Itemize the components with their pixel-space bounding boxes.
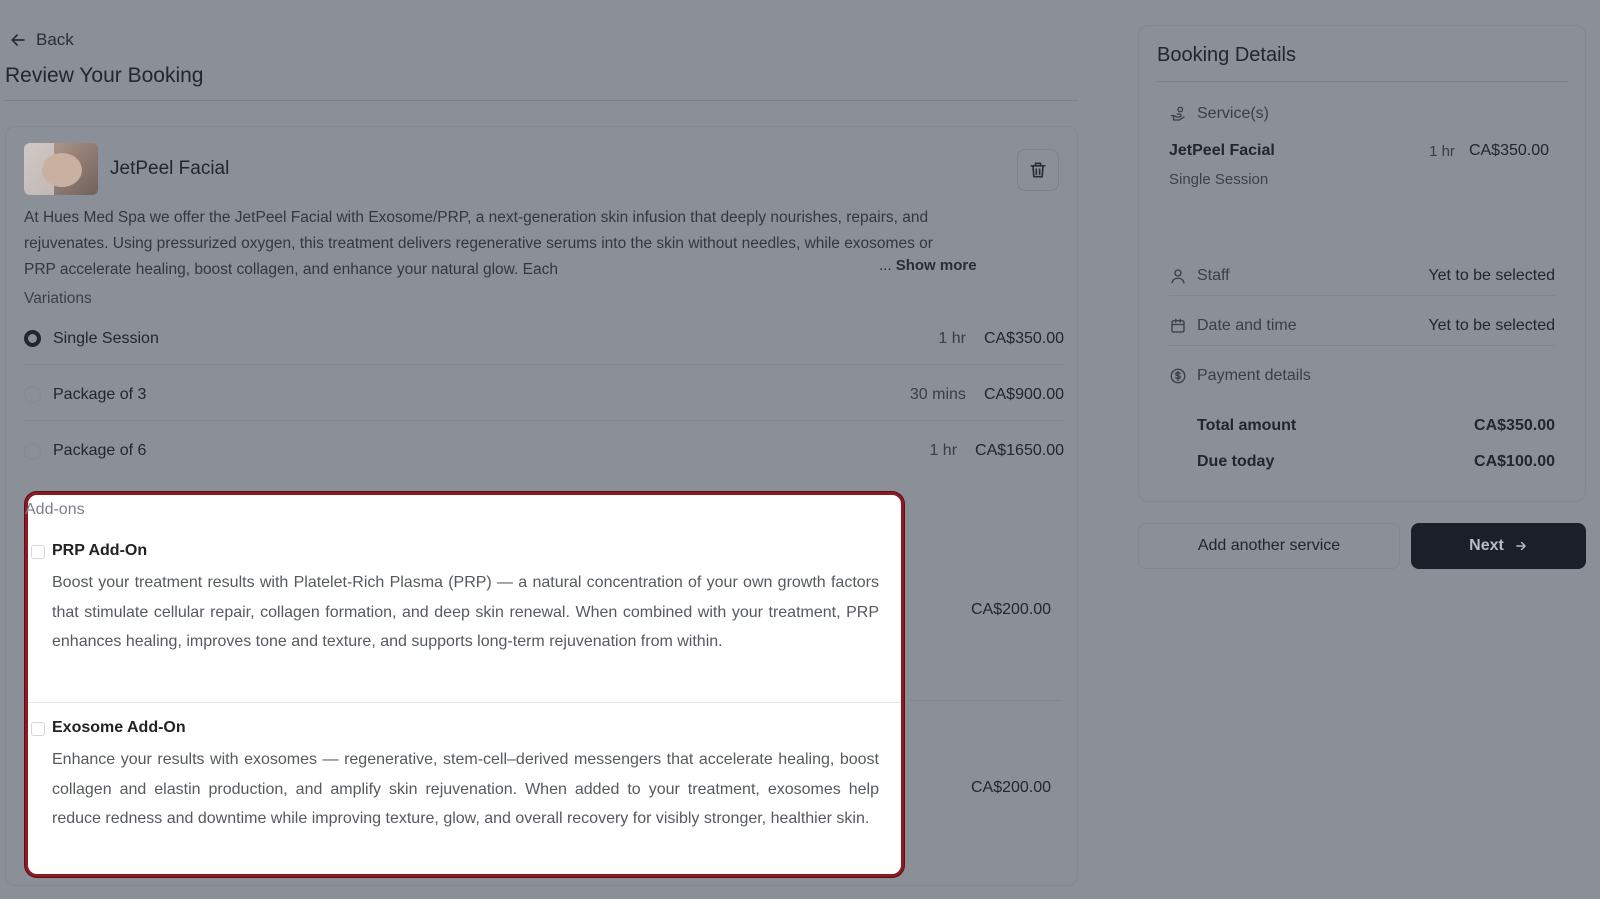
service-header: JetPeel Facial: [24, 143, 229, 195]
divider: [5, 100, 1078, 101]
radio[interactable]: [24, 386, 41, 403]
back-link[interactable]: Back: [8, 30, 74, 50]
service-name: JetPeel Facial: [110, 158, 230, 179]
divider: [1157, 81, 1569, 82]
add-another-service-button[interactable]: Add another service: [1138, 523, 1400, 569]
service-description: At Hues Med Spa we offer the JetPeel Fac…: [24, 209, 933, 278]
arrow-right-icon: [1516, 541, 1526, 551]
variations-label: Variations: [24, 290, 92, 307]
radio[interactable]: [24, 442, 41, 460]
calendar-icon: [1171, 318, 1185, 333]
radio-selected[interactable]: [24, 330, 41, 347]
addon-price-prp: CA$200.00: [971, 601, 1052, 618]
services-section-label: Service(s): [1169, 105, 1269, 123]
addons-title: Add-ons: [25, 501, 85, 518]
due-today-row: Due today CA$100.00: [1197, 453, 1555, 470]
total-amount-row: Total amount CA$350.00: [1197, 417, 1555, 434]
next-button[interactable]: Next: [1411, 523, 1586, 569]
addon-name: Exosome Add-On: [52, 719, 186, 736]
hand-coins-icon: [1170, 106, 1185, 121]
user-icon: [1171, 268, 1185, 283]
arrow-left-icon: [11, 34, 25, 46]
booking-service-line: JetPeel Facial 1 hr CA$350.00: [1169, 142, 1549, 160]
addon-description: Enhance your results with exosomes — reg…: [52, 751, 879, 827]
back-label: Back: [36, 30, 74, 49]
variation-single-session[interactable]: Single Session 1 hr CA$350.00: [24, 313, 1064, 365]
variation-package-of-6[interactable]: Package of 6 1 hr CA$1650.00: [24, 425, 1064, 477]
staff-row: Staff Yet to be selected: [1169, 256, 1555, 296]
remove-service-button[interactable]: [1017, 149, 1059, 191]
dollar-circle-icon: [1170, 368, 1186, 384]
booking-service-variation: Single Session: [1169, 171, 1269, 188]
show-more-link[interactable]: ... Show more: [879, 257, 977, 274]
page-title: Review Your Booking: [5, 64, 204, 87]
service-thumbnail: [24, 143, 98, 195]
variation-package-of-3[interactable]: Package of 3 30 mins CA$900.00: [24, 369, 1064, 421]
panel-title: Booking Details: [1157, 44, 1296, 66]
addon-name: PRP Add-On: [52, 542, 148, 559]
payment-details-label: Payment details: [1169, 367, 1311, 385]
divider: [28, 702, 901, 703]
booking-details-panel: Booking Details Service(s) JetPeel Facia…: [1138, 25, 1586, 502]
addon-checkbox[interactable]: [31, 722, 45, 736]
addon-checkbox[interactable]: [31, 545, 45, 559]
addon-description: Boost your treatment results with Platel…: [52, 574, 879, 650]
addon-price-exosome: CA$200.00: [971, 779, 1052, 796]
divider: [910, 700, 1060, 701]
addons-card: Add-ons PRP Add-On Boost your treatment …: [25, 492, 904, 877]
datetime-row: Date and time Yet to be selected: [1169, 306, 1555, 346]
trash-icon: [1030, 162, 1046, 178]
